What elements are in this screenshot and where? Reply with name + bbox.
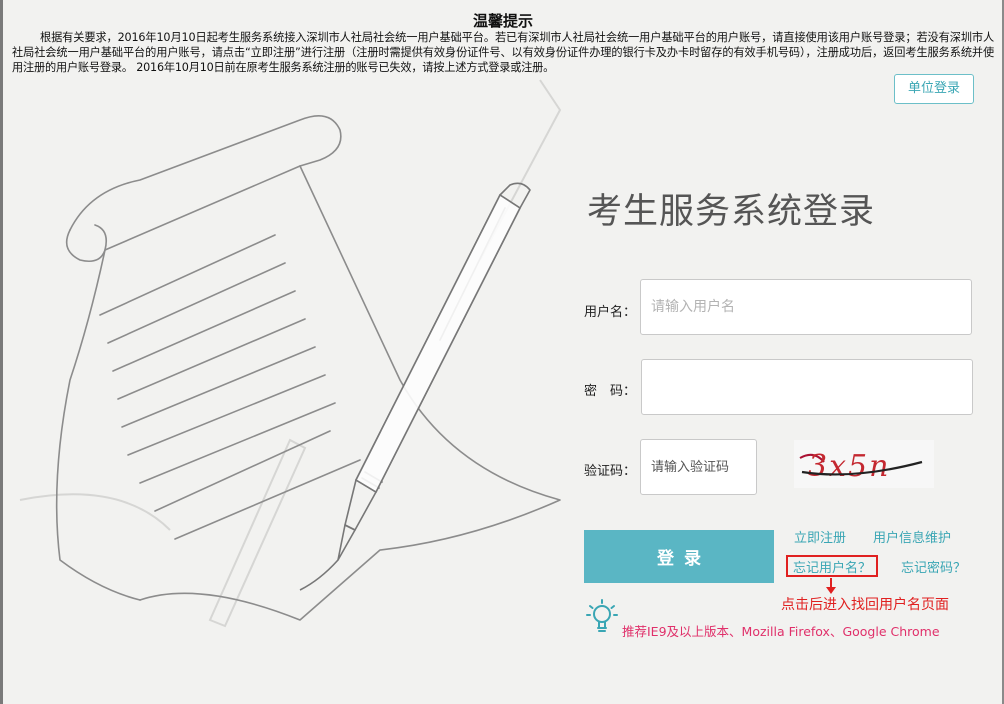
username-input[interactable] (640, 279, 972, 335)
login-button[interactable]: 登录 (584, 530, 774, 583)
captcha-image[interactable]: 3x5n (794, 440, 934, 488)
org-login-button[interactable]: 单位登录 (894, 74, 974, 104)
password-label: 密 码： (584, 384, 637, 399)
register-link[interactable]: 立即注册 (794, 527, 846, 546)
captcha-input[interactable] (640, 439, 757, 495)
captcha-label: 验证码： (584, 464, 637, 479)
forgot-username-link[interactable]: 忘记用户名？ (793, 557, 871, 576)
password-input[interactable] (641, 359, 973, 415)
arrow-down-icon (826, 578, 836, 594)
user-info-link[interactable]: 用户信息维护 (873, 527, 951, 546)
notice-title: 温馨提示 (472, 12, 533, 30)
forgot-password-link[interactable]: 忘记密码？ (901, 557, 966, 576)
scroll-and-pen-illustration (19, 79, 562, 628)
browser-recommendation: 推荐IE9及以上版本、Mozilla Firefox、Google Chrome (622, 624, 940, 639)
login-title: 考生服务系统登录 (587, 192, 876, 232)
username-label: 用户名： (584, 305, 637, 320)
captcha-text: 3x5n (808, 449, 890, 484)
annotation-text: 点击后进入找回用户名页面 (781, 597, 949, 613)
lightbulb-icon (586, 599, 618, 632)
